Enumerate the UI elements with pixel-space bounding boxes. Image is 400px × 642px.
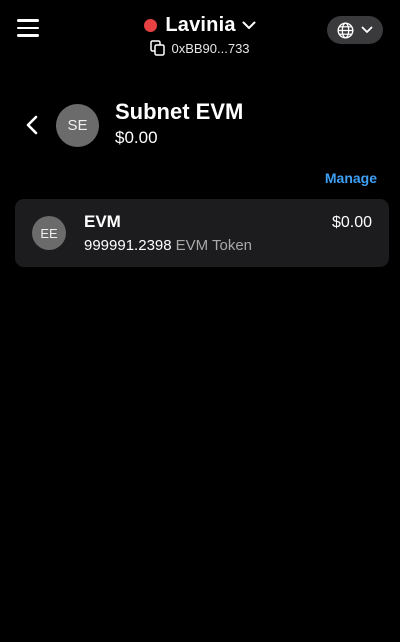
token-balance: $0.00	[115, 128, 158, 147]
token-detail-screen: Lavinia 0xBB90...733 SE Subnet EVM $0.00…	[0, 0, 400, 642]
account-name: Lavinia	[165, 14, 236, 36]
chevron-down-icon	[242, 21, 256, 30]
copy-icon	[150, 40, 166, 56]
token-avatar: SE	[56, 104, 99, 147]
token-title: Subnet EVM	[115, 99, 244, 124]
chevron-down-icon	[361, 26, 373, 34]
manage-link[interactable]: Manage	[325, 170, 377, 186]
network-selector-button[interactable]	[327, 16, 383, 44]
account-address: 0xBB90...733	[171, 40, 250, 56]
asset-unit: EVM Token	[175, 237, 253, 254]
address-copy[interactable]: 0xBB90...733	[150, 40, 250, 56]
asset-value: $0.00	[331, 214, 372, 231]
asset-list-item[interactable]: EE EVM 999991.2398 EVM Token $0.00	[15, 199, 389, 267]
back-arrow-icon[interactable]	[22, 113, 42, 137]
account-selector[interactable]: Lavinia	[144, 14, 256, 37]
asset-amount: 999991.2398	[84, 237, 172, 254]
asset-amount-line: 999991.2398 EVM Token	[84, 237, 252, 254]
asset-name: EVM	[84, 212, 121, 231]
asset-avatar: EE	[32, 216, 66, 250]
globe-icon	[337, 21, 354, 39]
status-dot	[144, 19, 158, 32]
